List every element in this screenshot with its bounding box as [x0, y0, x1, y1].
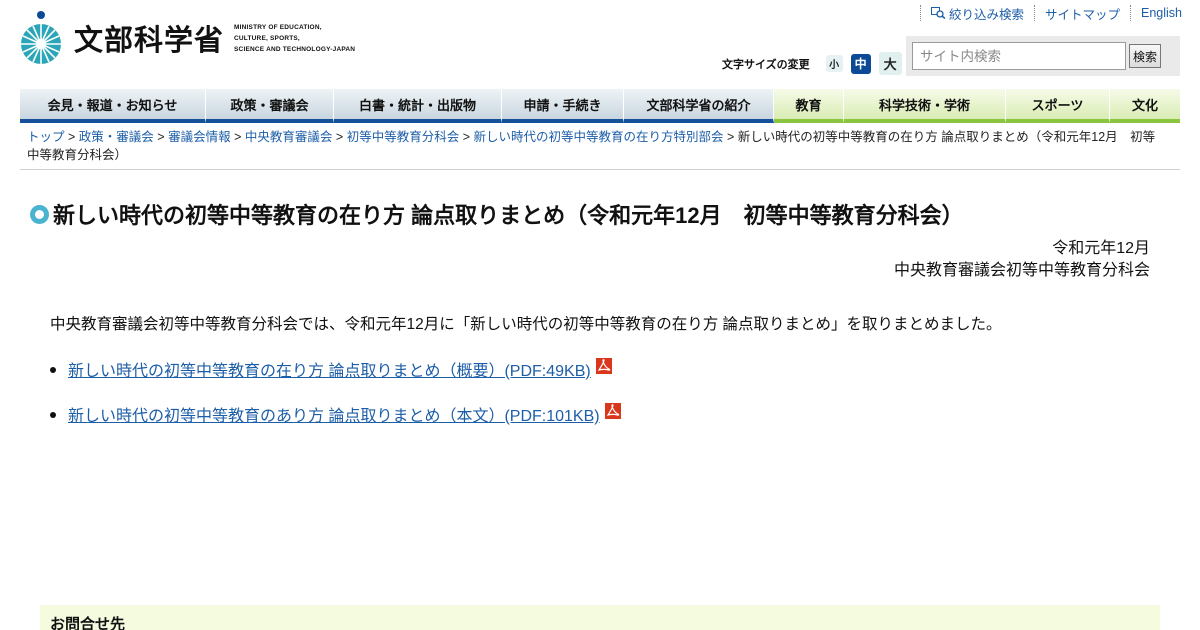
sitemap-link[interactable]: サイトマップ: [1033, 5, 1130, 22]
document-list: 新しい時代の初等中等教育の在り方 論点取りまとめ（概要）(PDF:49KB) 新…: [50, 358, 621, 448]
breadcrumb-separator: >: [726, 130, 735, 144]
breadcrumb-link[interactable]: 初等中等教育分科会: [347, 130, 460, 144]
english-link[interactable]: English: [1130, 5, 1192, 21]
breadcrumb-separator: >: [462, 130, 470, 144]
nav-item-culture[interactable]: 文化: [1110, 89, 1180, 123]
breadcrumb-separator: >: [68, 130, 76, 144]
breadcrumb: トップ > 政策・審議会 > 審議会情報 > 中央教育審議会 > 初等中等教育分…: [27, 128, 1167, 164]
site-search: 検索: [906, 36, 1180, 76]
pdf-link-summary[interactable]: 新しい時代の初等中等教育の在り方 論点取りまとめ（概要）(PDF:49KB): [68, 357, 591, 381]
logo-en-line: CULTURE, SPORTS,: [234, 34, 300, 42]
global-nav: 会見・報道・お知らせ 政策・審議会 白書・統計・出版物 申請・手続き 文部科学省…: [20, 89, 1180, 123]
bullet-icon: [50, 367, 56, 373]
list-item: 新しい時代の初等中等教育のあり方 論点取りまとめ（本文）(PDF:101KB): [50, 403, 621, 425]
nav-item-about[interactable]: 文部科学省の紹介: [624, 89, 774, 123]
intro-paragraph: 中央教育審議会初等中等教育分科会では、令和元年12月に「新しい時代の初等中等教育…: [50, 316, 1002, 333]
nav-item-science[interactable]: 科学技術・学術: [844, 89, 1006, 123]
filter-search-label: 絞り込み検索: [948, 7, 1024, 22]
nav-item-procedures[interactable]: 申請・手続き: [502, 89, 624, 123]
breadcrumb-link[interactable]: 新しい時代の初等中等教育の在り方特別部会: [473, 130, 723, 144]
font-size-large-button[interactable]: 大: [878, 52, 902, 75]
nav-item-publications[interactable]: 白書・統計・出版物: [334, 89, 502, 123]
breadcrumb-link[interactable]: 政策・審議会: [79, 130, 154, 144]
font-size-small-button[interactable]: 小: [825, 55, 843, 72]
utility-links: 絞り込み検索 サイトマップ English: [919, 5, 1192, 22]
filter-search-link[interactable]: 絞り込み検索: [919, 5, 1034, 22]
list-item: 新しい時代の初等中等教育の在り方 論点取りまとめ（概要）(PDF:49KB): [50, 358, 621, 380]
breadcrumb-link[interactable]: トップ: [27, 130, 65, 144]
site-search-input[interactable]: [912, 42, 1126, 70]
logo-kanji: 文部科学省: [74, 23, 225, 57]
contact-section: お問合せ先: [40, 605, 1160, 630]
title-bullet-icon: [30, 204, 49, 224]
nav-item-policy[interactable]: 政策・審議会: [206, 89, 334, 123]
site-search-button[interactable]: 検索: [1129, 44, 1161, 68]
font-size-label: 文字サイズの変更: [722, 57, 810, 71]
nav-item-education[interactable]: 教育: [774, 89, 844, 123]
font-size-switcher: 文字サイズの変更 小 中 大: [722, 52, 902, 75]
mext-logo-icon: [20, 10, 64, 66]
site-logo[interactable]: 文部科学省 MINISTRY OF EDUCATION, CULTURE, SP…: [20, 10, 355, 66]
filter-search-icon: [930, 7, 946, 19]
contact-heading: お問合せ先: [50, 616, 126, 630]
breadcrumb-separator: >: [234, 130, 242, 144]
publication-date: 令和元年12月: [1052, 240, 1150, 257]
breadcrumb-link[interactable]: 審議会情報: [168, 130, 231, 144]
logo-en-line: SCIENCE AND TECHNOLOGY-JAPAN: [234, 45, 356, 53]
page-title-text: 新しい時代の初等中等教育の在り方 論点取りまとめ（令和元年12月 初等中等教育分…: [53, 203, 964, 228]
breadcrumb-link[interactable]: 中央教育審議会: [245, 130, 333, 144]
publishing-organization: 中央教育審議会初等中等教育分科会: [893, 262, 1150, 279]
page-title: 新しい時代の初等中等教育の在り方 論点取りまとめ（令和元年12月 初等中等教育分…: [30, 198, 964, 230]
pdf-icon: [595, 358, 612, 374]
logo-en-line: MINISTRY OF EDUCATION,: [234, 23, 322, 31]
breadcrumb-separator: >: [157, 130, 165, 144]
breadcrumb-divider: [20, 169, 1180, 170]
breadcrumb-separator: >: [335, 130, 344, 144]
pdf-icon: [604, 403, 621, 419]
nav-item-press[interactable]: 会見・報道・お知らせ: [20, 89, 206, 123]
font-size-medium-button[interactable]: 中: [850, 53, 871, 74]
bullet-icon: [50, 412, 56, 418]
nav-item-sports[interactable]: スポーツ: [1006, 89, 1110, 123]
logo-english: MINISTRY OF EDUCATION, CULTURE, SPORTS, …: [234, 22, 355, 55]
publication-meta: 令和元年12月 中央教育審議会初等中等教育分科会: [894, 238, 1150, 282]
pdf-link-full-text[interactable]: 新しい時代の初等中等教育のあり方 論点取りまとめ（本文）(PDF:101KB): [68, 402, 600, 426]
